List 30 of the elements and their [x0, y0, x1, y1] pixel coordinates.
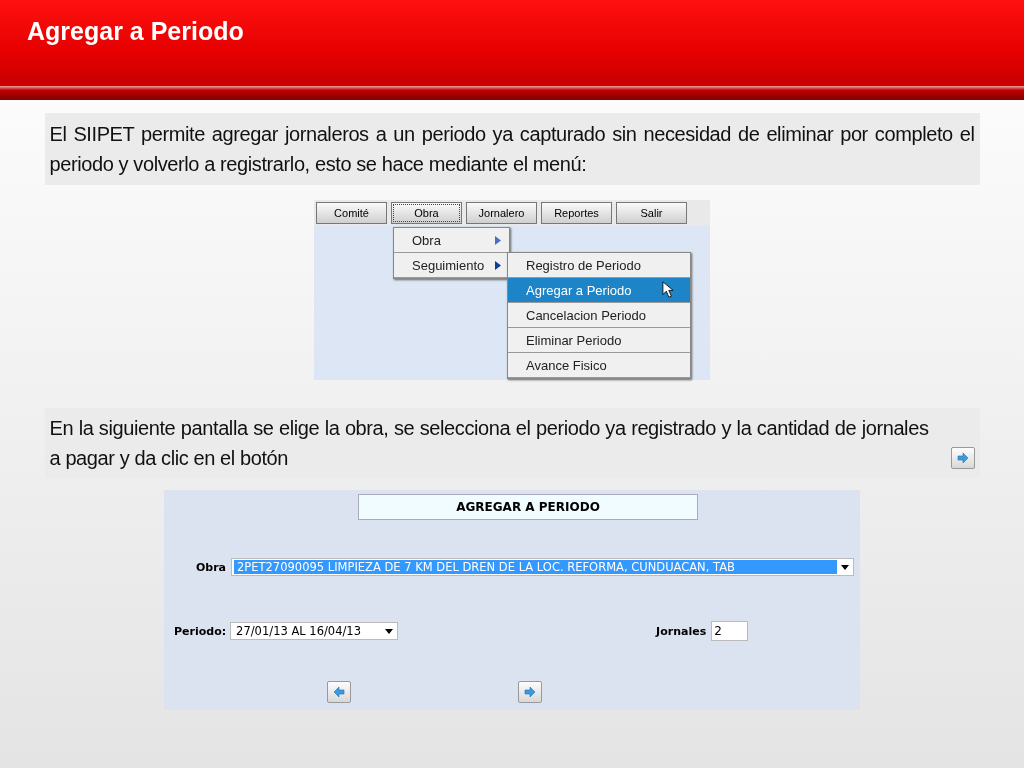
menu-item-label: Seguimiento	[412, 257, 485, 273]
menu-item[interactable]: Avance Fisico	[508, 353, 690, 378]
menu-item[interactable]: Obra	[394, 228, 509, 253]
menu-bar-button[interactable]: Reportes	[541, 202, 612, 224]
menu-item[interactable]: Eliminar Periodo	[508, 328, 690, 353]
left-arrow-icon	[333, 687, 345, 697]
instruction-text: En la siguiente pantalla se elige la obra, se selecciona el periodo ya registrado y la cantidad de jornales a pagar y da clic en el botón	[49, 416, 929, 471]
field-label: Jornales	[656, 624, 707, 638]
field-label: Periodo:	[174, 624, 227, 638]
menu-bar-button[interactable]: Jornalero	[466, 202, 537, 224]
field-label: Obra	[194, 560, 226, 574]
right-arrow-icon	[956, 453, 969, 463]
menu-item[interactable]: Agregar a Periodo	[508, 278, 690, 303]
slide-title: Agregar a Periodo	[27, 17, 244, 46]
mouse-cursor-icon	[662, 281, 674, 298]
back-button[interactable]	[327, 681, 351, 703]
menu-bar-button[interactable]: Comité	[316, 202, 387, 224]
right-arrow-icon	[524, 687, 536, 697]
menu-item[interactable]: Cancelacion Periodo	[508, 303, 690, 328]
dropdown-caret-icon	[841, 564, 849, 570]
dropdown-caret-icon	[385, 628, 394, 634]
periodo-select[interactable]: 27/01/13 AL 16/04/13	[230, 622, 399, 640]
intro-paragraph: El SIIPET permite agregar jornaleros a un periodo ya capturado sin necesidad de eliminar por completo el periodo y volverlo a registrarlo, esto se hace mediante el menú:	[44, 113, 980, 185]
form-title: AGREGAR A PERIODO	[358, 494, 698, 520]
menu-bar-button[interactable]: Obra	[391, 202, 462, 224]
jornales-input[interactable]: 2	[711, 621, 749, 641]
menu-item-label: Obra	[412, 232, 441, 248]
next-button[interactable]	[518, 681, 542, 703]
next-button[interactable]	[950, 447, 975, 469]
menu-bar-button[interactable]: Salir	[616, 202, 687, 224]
